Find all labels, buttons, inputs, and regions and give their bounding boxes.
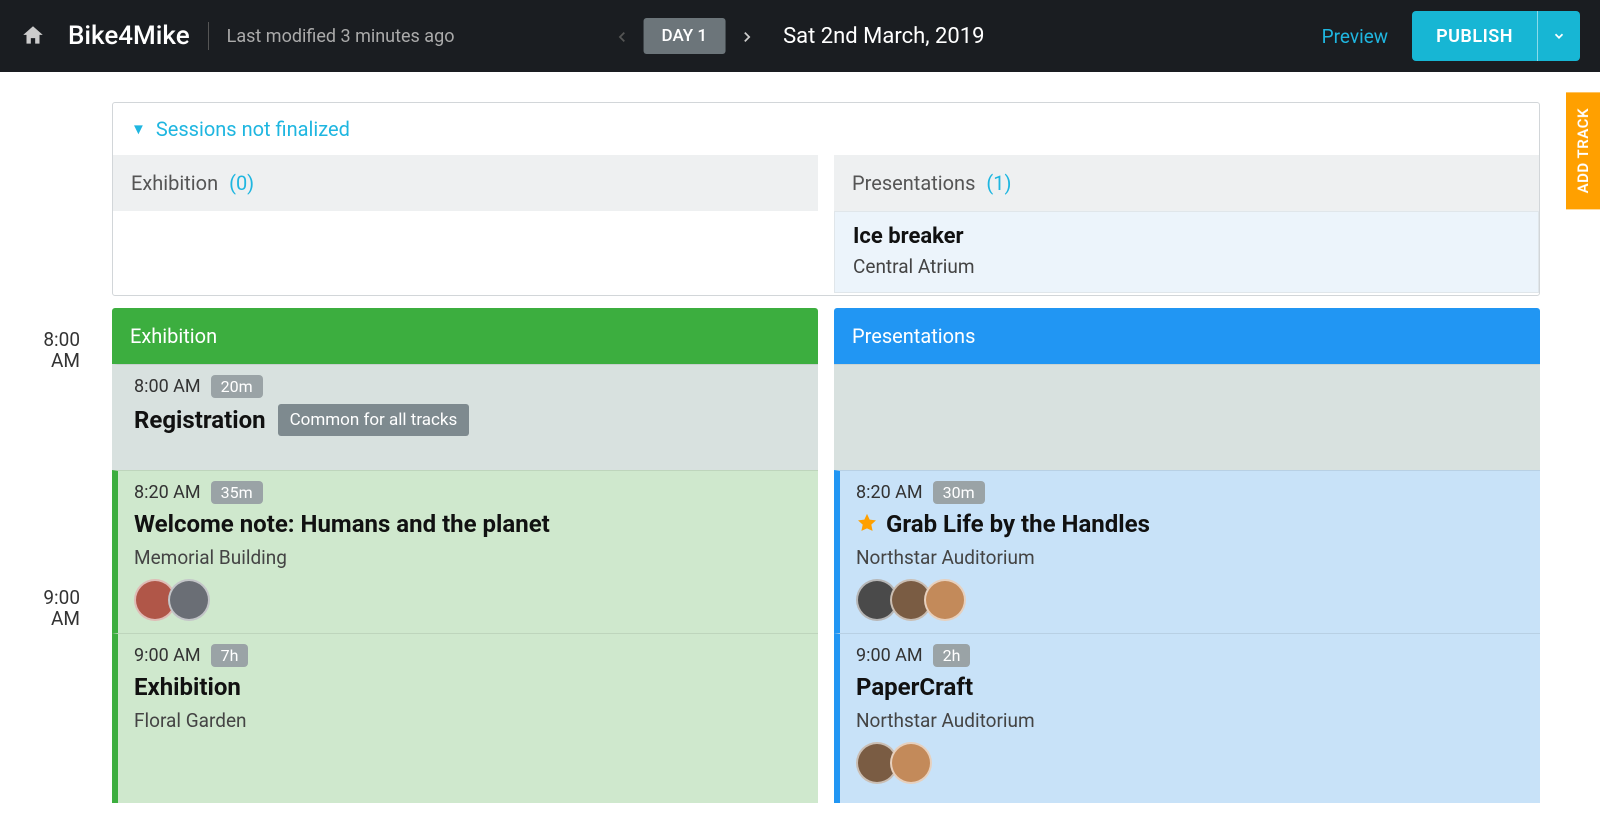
sessions-not-finalized-toggle[interactable]: ▼ Sessions not finalized — [113, 103, 1539, 155]
session-duration: 35m — [211, 481, 263, 504]
session-duration: 30m — [933, 481, 985, 504]
session-title: PaperCraft — [856, 673, 973, 701]
event-title: Bike4Mike — [68, 21, 190, 51]
home-icon[interactable] — [20, 23, 46, 49]
session-time: 8:20 AM — [856, 482, 923, 503]
time-label-9am: 9:00AM — [43, 588, 80, 630]
col-count: (1) — [986, 171, 1011, 195]
time-label-8am: 8:00AM — [43, 330, 80, 372]
session-papercraft[interactable]: 9:00 AM 2h PaperCraft Northstar Auditori… — [834, 633, 1540, 803]
session-title: Grab Life by the Handles — [856, 510, 1150, 538]
session-title: Exhibition — [134, 673, 241, 701]
main: ▼ Sessions not finalized Exhibition (0) … — [0, 72, 1600, 803]
session-location: Central Atrium — [853, 255, 1520, 278]
publish-button[interactable]: PUBLISH — [1412, 11, 1580, 61]
last-modified: Last modified 3 minutes ago — [227, 26, 455, 47]
avatar[interactable] — [924, 579, 966, 621]
preview-link[interactable]: Preview — [1322, 25, 1388, 48]
publish-label: PUBLISH — [1412, 26, 1537, 47]
track-header-presentations[interactable]: Presentations — [834, 308, 1540, 364]
day-nav: DAY 1 Sat 2nd March, 2019 — [616, 18, 985, 54]
notfinalized-col-exhibition: Exhibition (0) — [113, 155, 818, 295]
session-exhibition[interactable]: 9:00 AM 7h Exhibition Floral Garden — [112, 633, 818, 803]
avatar[interactable] — [890, 742, 932, 784]
session-title: Registration — [134, 406, 266, 434]
session-location: Memorial Building — [134, 546, 802, 569]
time-gutter: 8:00AM 9:00AM — [0, 72, 92, 803]
avatar[interactable] — [168, 579, 210, 621]
empty-drop-zone[interactable] — [113, 211, 818, 295]
session-location: Northstar Auditorium — [856, 709, 1524, 732]
track-header-exhibition[interactable]: Exhibition — [112, 308, 818, 364]
session-grab-life[interactable]: 8:20 AM 30m Grab Life by the Handles Nor… — [834, 470, 1540, 633]
divider — [208, 22, 209, 50]
col-name: Exhibition — [131, 171, 218, 195]
col-count: (0) — [229, 171, 254, 195]
session-title: Welcome note: Humans and the planet — [134, 510, 550, 538]
session-duration: 2h — [933, 644, 971, 667]
track-exhibition: Exhibition 8:00 AM 20m Registration Comm… — [112, 308, 818, 803]
collapse-icon: ▼ — [131, 120, 146, 138]
session-duration: 7h — [211, 644, 249, 667]
session-time: 9:00 AM — [134, 645, 201, 666]
tracks: Exhibition 8:00 AM 20m Registration Comm… — [112, 308, 1540, 803]
star-icon — [856, 512, 878, 534]
session-time: 8:00 AM — [134, 376, 201, 397]
topbar: Bike4Mike Last modified 3 minutes ago DA… — [0, 0, 1600, 72]
session-duration: 20m — [211, 375, 263, 398]
col-name: Presentations — [852, 171, 975, 195]
speaker-avatars — [856, 742, 1524, 784]
session-registration[interactable]: 8:00 AM 20m Registration Common for all … — [112, 364, 818, 470]
sessions-not-finalized-panel: ▼ Sessions not finalized Exhibition (0) … — [112, 102, 1540, 296]
notfinalized-col-head: Presentations (1) — [834, 155, 1539, 211]
session-location: Floral Garden — [134, 709, 802, 732]
speaker-avatars — [856, 579, 1524, 621]
empty-slot[interactable] — [834, 364, 1540, 470]
session-welcome-note[interactable]: 8:20 AM 35m Welcome note: Humans and the… — [112, 470, 818, 633]
unscheduled-session-card[interactable]: Ice breaker Central Atrium — [834, 211, 1539, 293]
session-location: Northstar Auditorium — [856, 546, 1524, 569]
session-title-text: Grab Life by the Handles — [886, 510, 1150, 538]
date-text: Sat 2nd March, 2019 — [783, 24, 984, 49]
sessions-not-finalized-label: Sessions not finalized — [156, 117, 350, 141]
session-title: Ice breaker — [853, 224, 1520, 249]
publish-dropdown[interactable] — [1537, 11, 1580, 61]
common-track-tag: Common for all tracks — [278, 404, 470, 436]
speaker-avatars — [134, 579, 802, 621]
session-time: 8:20 AM — [134, 482, 201, 503]
notfinalized-col-head: Exhibition (0) — [113, 155, 818, 211]
session-time: 9:00 AM — [856, 645, 923, 666]
day-chip[interactable]: DAY 1 — [644, 18, 726, 54]
track-presentations: Presentations 8:20 AM 30m Grab Life by t… — [834, 308, 1540, 803]
notfinalized-col-presentations: Presentations (1) Ice breaker Central At… — [834, 155, 1539, 295]
next-day-button[interactable] — [739, 29, 753, 43]
prev-day-button[interactable] — [616, 29, 630, 43]
